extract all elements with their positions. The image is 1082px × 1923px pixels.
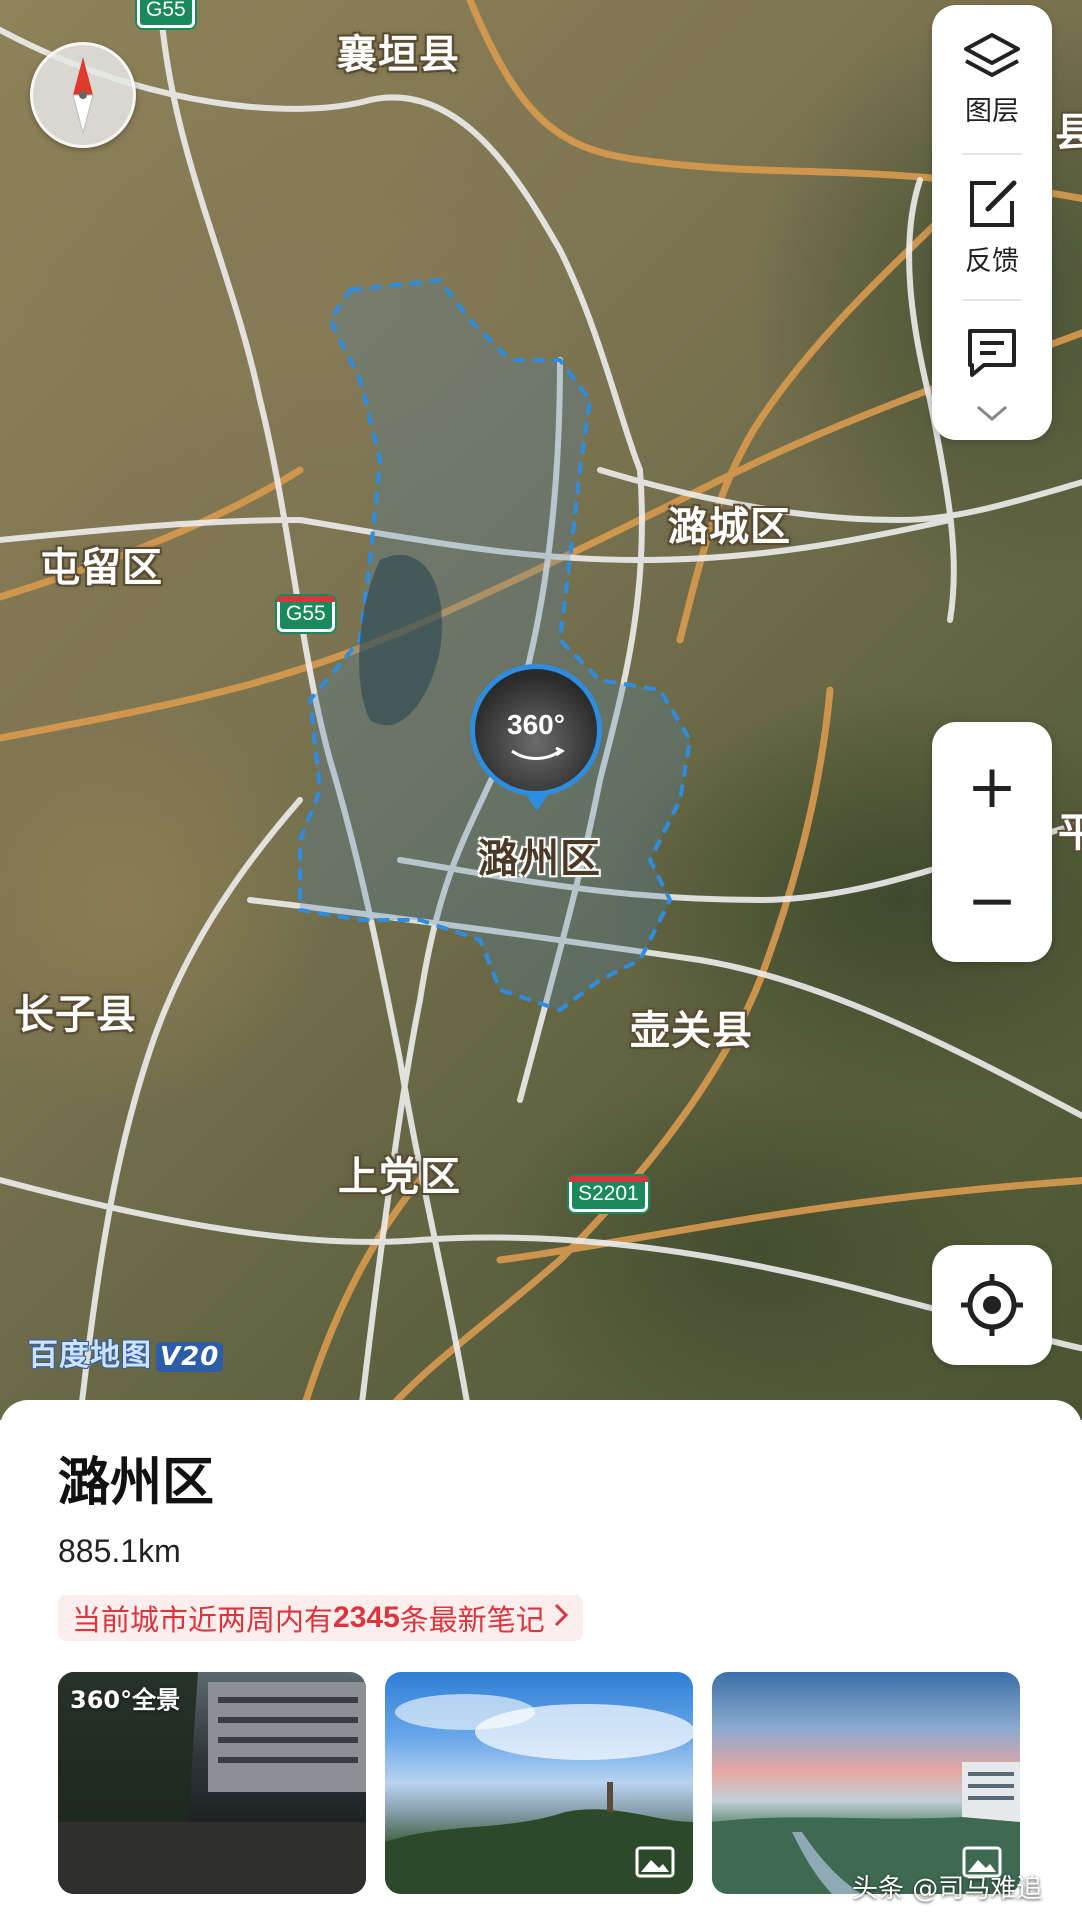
map-logo-version: V20 — [156, 1342, 224, 1372]
panorama-marker[interactable]: 360° — [470, 664, 602, 796]
map-tool-panel: 图层 反馈 — [932, 5, 1052, 440]
notes-button[interactable] — [932, 325, 1052, 383]
map-logo: 百度地图 V20 — [28, 1330, 224, 1374]
tool-divider — [962, 299, 1022, 301]
compass[interactable] — [30, 42, 136, 148]
source-watermark: 头条 @司马难追 — [852, 1874, 1043, 1904]
feedback-button[interactable]: 反馈 — [932, 177, 1052, 278]
label-huguan: 壶关县 — [630, 1008, 753, 1054]
locate-me-button[interactable] — [932, 1245, 1052, 1365]
panorama-marker-pointer — [525, 793, 549, 811]
highway-shield-g55-top: G55 — [137, 0, 195, 28]
message-icon — [968, 329, 1016, 377]
label-tunliu: 屯留区 — [40, 545, 163, 591]
panorama-marker-label: 360° — [507, 709, 565, 740]
notes-count: 2345 — [333, 1601, 400, 1634]
feedback-label: 反馈 — [965, 246, 1019, 277]
layers-button[interactable]: 图层 — [932, 31, 1052, 128]
zoom-out-button[interactable]: − — [932, 846, 1052, 956]
photo-panorama[interactable]: 360°全景 — [58, 1672, 366, 1894]
expand-tools-button[interactable] — [932, 403, 1052, 429]
satellite-map[interactable]: 襄垣县 潞城区 屯留区 长子县 壶关县 上党区 潞州区 县 平 G55 G55 … — [0, 0, 1082, 1420]
map-logo-text: 百度地图 — [28, 1338, 152, 1373]
highway-shield-g55: G55 — [277, 596, 335, 632]
photo-lakeside[interactable] — [712, 1672, 1020, 1894]
label-edge-top: 县 — [1055, 110, 1082, 156]
recent-notes-banner[interactable]: 当前城市近两周内有 2345 条最新笔记 — [58, 1595, 583, 1641]
place-title: 潞州区 — [58, 1453, 215, 1513]
layers-label: 图层 — [965, 96, 1019, 127]
compass-needle-icon — [72, 57, 94, 135]
feedback-edit-icon — [970, 180, 1017, 227]
rotate-arrow-icon — [511, 747, 565, 760]
chevron-down-icon — [977, 405, 1007, 421]
notes-suffix: 条最新笔记 — [399, 1603, 545, 1637]
label-shangdang: 上党区 — [338, 1154, 461, 1200]
label-lucheng: 潞城区 — [668, 504, 791, 550]
label-zhangzi: 长子县 — [14, 992, 137, 1038]
crosshair-icon — [961, 1274, 1023, 1336]
zoom-control: + − — [932, 722, 1052, 962]
photo-scenic[interactable] — [385, 1672, 693, 1894]
tool-divider — [962, 153, 1022, 155]
layers-icon — [964, 33, 1020, 77]
panorama-badge: 360°全景 — [70, 1686, 181, 1714]
image-icon — [635, 1846, 675, 1878]
chevron-right-icon — [553, 1601, 569, 1636]
place-distance: 885.1km — [58, 1533, 181, 1569]
label-luzhou: 潞州区 — [478, 836, 601, 882]
notes-prefix: 当前城市近两周内有 — [72, 1603, 334, 1637]
label-edge-mid: 平 — [1058, 810, 1082, 856]
label-xiangyuan: 襄垣县 — [337, 32, 460, 78]
highway-shield-s2201: S2201 — [569, 1176, 648, 1212]
zoom-in-button[interactable]: + — [932, 732, 1052, 842]
